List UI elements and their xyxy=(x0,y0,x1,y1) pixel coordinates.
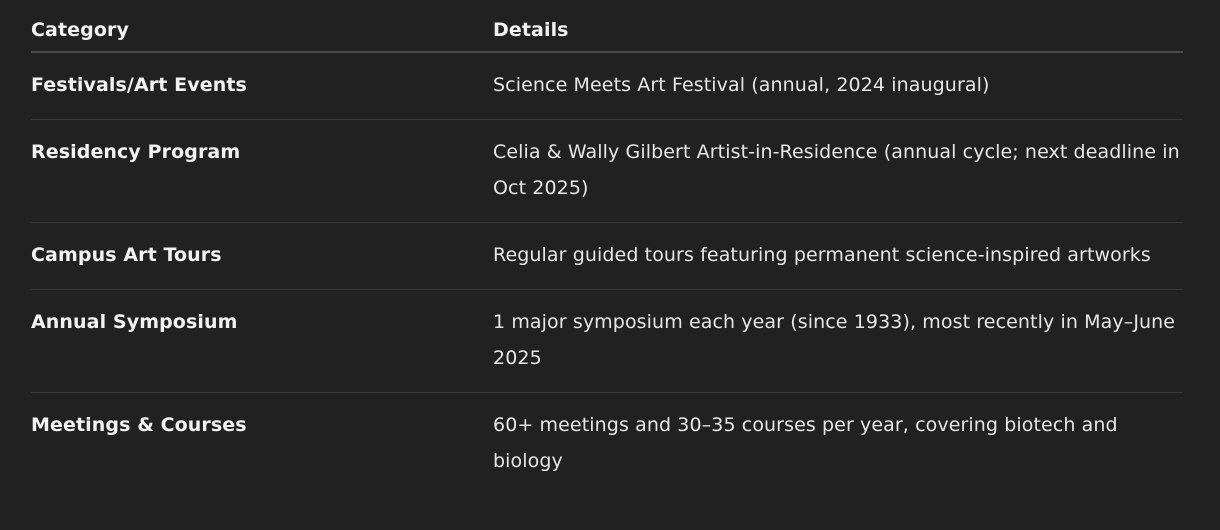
table-row: Meetings & Courses 60+ meetings and 30–3… xyxy=(31,393,1183,496)
table-row: Residency Program Celia & Wally Gilbert … xyxy=(31,119,1183,223)
data-table: Category Details Festivals/Art Events Sc… xyxy=(31,0,1183,495)
category-cell: Meetings & Courses xyxy=(31,414,247,436)
table-row: Annual Symposium 1 major symposium each … xyxy=(31,289,1183,393)
table-body: Festivals/Art Events Science Meets Art F… xyxy=(31,52,1183,495)
category-cell: Campus Art Tours xyxy=(31,222,493,290)
category-cell: Annual Symposium xyxy=(31,289,493,393)
details-cell: Science Meets Art Festival (annual, 2024… xyxy=(493,52,1183,120)
column-header-category: Category xyxy=(31,0,493,53)
details-cell: Regular guided tours featuring permanent… xyxy=(493,222,1183,290)
header-row: Category Details xyxy=(31,0,1183,53)
category-cell: Residency Program xyxy=(31,119,493,223)
table-header: Category Details xyxy=(31,0,1183,53)
details-cell: 1 major symposium each year (since 1933)… xyxy=(493,289,1183,393)
category-cell: Festivals/Art Events xyxy=(31,52,493,120)
table-row: Campus Art Tours Regular guided tours fe… xyxy=(31,222,1183,290)
details-cell: Celia & Wally Gilbert Artist-in-Residenc… xyxy=(493,119,1183,223)
table-row: Festivals/Art Events Science Meets Art F… xyxy=(31,52,1183,120)
details-cell: 60+ meetings and 30–35 courses per year,… xyxy=(493,414,1118,472)
column-header-details: Details xyxy=(493,0,1183,53)
chat-content: Category Details Festivals/Art Events Sc… xyxy=(0,0,1220,530)
